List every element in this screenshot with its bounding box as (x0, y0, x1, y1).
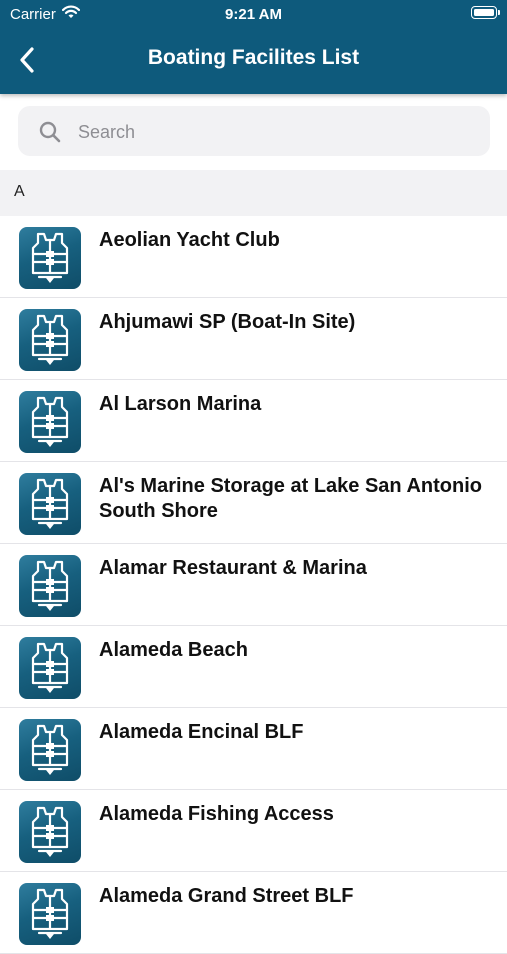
clock: 9:21 AM (225, 6, 282, 23)
facility-name: Al Larson Marina (99, 393, 262, 415)
list-item[interactable]: Al's Marine Storage at Lake San Antonio … (0, 462, 507, 544)
list-item[interactable]: Alameda Fishing Access (0, 790, 507, 872)
life-vest-icon (19, 473, 81, 535)
list-item[interactable]: Alamar Restaurant & Marina (0, 544, 507, 626)
facility-name: Alameda Encinal BLF (99, 721, 304, 743)
battery-icon (471, 6, 500, 19)
search-input[interactable] (76, 106, 480, 158)
life-vest-icon (19, 719, 81, 781)
list-item[interactable]: Alameda Beach (0, 626, 507, 708)
life-vest-icon (19, 801, 81, 863)
search-icon (38, 120, 62, 149)
facility-name: Ahjumawi SP (Boat-In Site) (99, 311, 356, 333)
life-vest-icon (19, 555, 81, 617)
list-item[interactable]: Ahjumawi SP (Boat-In Site) (0, 298, 507, 380)
status-bar: Carrier 9:21 AM (0, 0, 507, 30)
facility-name: Aeolian Yacht Club (99, 229, 280, 251)
list-item[interactable]: Alameda Grand Street BLF (0, 872, 507, 954)
life-vest-icon (19, 309, 81, 371)
list-item[interactable]: Al Larson Marina (0, 380, 507, 462)
list-item[interactable]: Alameda Encinal BLF (0, 708, 507, 790)
life-vest-icon (19, 391, 81, 453)
facility-name: Alameda Beach (99, 639, 248, 661)
life-vest-icon (19, 637, 81, 699)
section-letter: A (14, 183, 25, 200)
facility-name: Alameda Grand Street BLF (99, 885, 354, 907)
section-header: A (0, 170, 507, 216)
facility-name: Alamar Restaurant & Marina (99, 557, 367, 579)
list-item[interactable]: Aeolian Yacht Club (0, 216, 507, 298)
facility-list: Aeolian Yacht Club Ahjumawi SP (Boat-In … (0, 216, 507, 954)
search-bar (0, 94, 507, 168)
facility-name: Al's Marine Storage at Lake San Antonio … (99, 475, 482, 522)
life-vest-icon (19, 883, 81, 945)
navigation-header: Carrier 9:21 AM Boating Facilites List (0, 0, 507, 94)
facility-name: Alameda Fishing Access (99, 803, 334, 825)
search-field[interactable] (18, 106, 490, 158)
page-title: Boating Facilites List (147, 46, 360, 69)
life-vest-icon (19, 227, 81, 289)
